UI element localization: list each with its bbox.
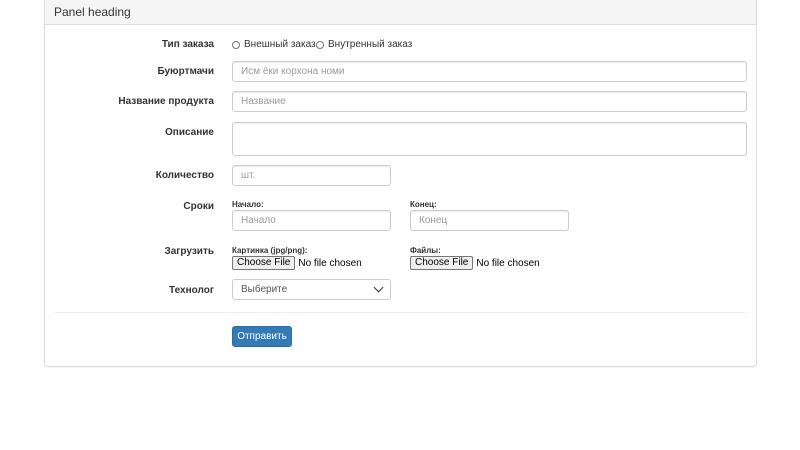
start-date-label: Начало:: [232, 200, 264, 209]
chevron-down-icon: [373, 282, 384, 293]
technologist-label: Технолог: [169, 285, 214, 296]
technologist-selected-value: Выберите: [241, 284, 288, 295]
order-type-label: Тип заказа: [161, 39, 214, 50]
files-no-file-text: No file chosen: [476, 257, 540, 269]
upload-label: Загрузить: [164, 246, 214, 257]
files-upload-label: Файлы:: [410, 246, 441, 255]
image-no-file-text: No file chosen: [298, 257, 362, 269]
customer-label: Буюртмачи: [157, 66, 214, 77]
order-type-radio-internal[interactable]: Внутренный заказ: [316, 39, 412, 50]
customer-input[interactable]: [232, 61, 747, 82]
order-type-option-external: Внешный заказ: [244, 39, 316, 50]
image-upload-label: Картинка (jpg/png):: [232, 246, 308, 255]
start-date-input[interactable]: [232, 210, 391, 231]
product-name-label: Название продукта: [118, 96, 214, 107]
description-label: Описание: [165, 127, 214, 138]
radio-icon[interactable]: [316, 40, 324, 49]
files-choose-file-button[interactable]: Choose File: [410, 256, 474, 270]
image-file-input[interactable]: Choose File No file chosen: [232, 256, 362, 270]
end-date-input[interactable]: [410, 210, 569, 231]
image-choose-file-button[interactable]: Choose File: [232, 256, 296, 270]
submit-button[interactable]: Отправить: [232, 326, 292, 347]
end-date-label: Конец:: [410, 200, 437, 209]
terms-label: Сроки: [183, 201, 214, 212]
order-form-panel: Panel heading Тип заказа Внешный заказ В…: [44, 0, 757, 367]
product-name-input[interactable]: [232, 91, 747, 112]
radio-icon[interactable]: [232, 40, 240, 49]
quantity-input[interactable]: [232, 165, 391, 186]
panel-heading: Panel heading: [45, 0, 756, 25]
technologist-select[interactable]: Выберите: [232, 279, 391, 300]
description-textarea[interactable]: [232, 122, 747, 156]
order-type-radio-external[interactable]: Внешный заказ: [232, 39, 316, 50]
order-type-option-internal: Внутренный заказ: [328, 39, 413, 50]
form-divider: [55, 312, 746, 313]
files-file-input[interactable]: Choose File No file chosen: [410, 256, 540, 270]
quantity-label: Количество: [155, 170, 214, 181]
